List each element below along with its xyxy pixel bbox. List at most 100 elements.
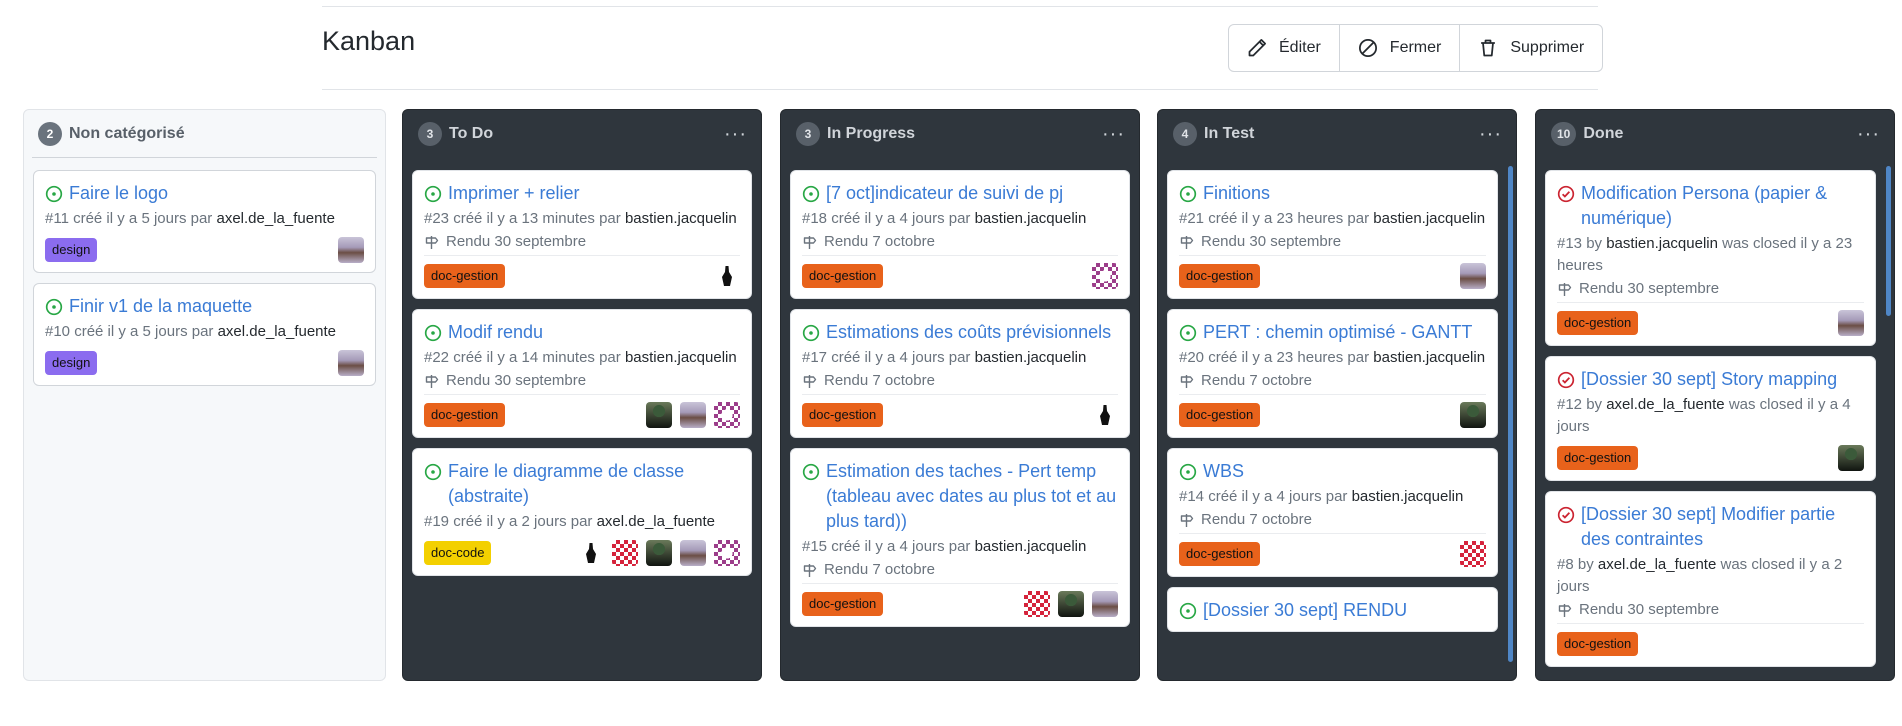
assignee-avatar[interactable]: [578, 540, 604, 566]
issue-card[interactable]: Faire le diagramme de classe (abstraite)…: [412, 448, 752, 576]
issue-label[interactable]: doc-gestion: [1179, 542, 1261, 566]
issue-author-link[interactable]: bastien.jacquelin: [1352, 488, 1464, 505]
issue-milestone[interactable]: Rendu 7 octobre: [1179, 511, 1486, 534]
assignee-avatar[interactable]: [1058, 591, 1084, 617]
assignee-avatar[interactable]: [1024, 591, 1050, 617]
issue-title-link[interactable]: Estimation des taches - Pert temp (table…: [826, 459, 1118, 534]
issue-card[interactable]: Estimations des coûts prévisionnels #17 c…: [790, 309, 1130, 438]
issue-author-link[interactable]: axel.de_la_fuente: [1598, 556, 1716, 573]
issue-label[interactable]: doc-code: [424, 541, 492, 565]
issue-title-row: [Dossier 30 sept] Story mapping: [1557, 367, 1864, 392]
issue-author-link[interactable]: bastien.jacquelin: [1373, 349, 1485, 366]
issue-card[interactable]: Finitions #21 créé il y a 23 heures par b…: [1167, 170, 1498, 299]
issue-title-link[interactable]: Faire le logo: [69, 181, 168, 206]
assignee-avatar[interactable]: [1460, 402, 1486, 428]
issue-card[interactable]: PERT : chemin optimisé - GANTT #20 créé i…: [1167, 309, 1498, 438]
issue-milestone[interactable]: Rendu 7 octobre: [802, 233, 1118, 256]
assignee-avatar[interactable]: [1460, 541, 1486, 567]
issue-label[interactable]: doc-gestion: [1179, 264, 1261, 288]
column-menu-icon[interactable]: ···: [1479, 124, 1502, 144]
issue-milestone[interactable]: Rendu 30 septembre: [1179, 233, 1486, 256]
issue-author-link[interactable]: bastien.jacquelin: [1373, 210, 1485, 227]
issue-author-link[interactable]: axel.de_la_fuente: [1606, 396, 1724, 413]
issue-milestone[interactable]: Rendu 30 septembre: [1557, 601, 1864, 624]
issue-label[interactable]: doc-gestion: [802, 403, 884, 427]
issue-card[interactable]: Modification Persona (papier & numérique…: [1545, 170, 1876, 346]
issue-title-link[interactable]: PERT : chemin optimisé - GANTT: [1203, 320, 1472, 345]
issue-label[interactable]: doc-gestion: [802, 264, 884, 288]
assignee-avatar[interactable]: [338, 237, 364, 263]
issue-title-link[interactable]: Finir v1 de la maquette: [69, 294, 252, 319]
issue-card[interactable]: Imprimer + relier #23 créé il y a 13 minu…: [412, 170, 752, 299]
issue-card[interactable]: [7 oct]indicateur de suivi de pj #18 créé…: [790, 170, 1130, 299]
issue-title-link[interactable]: Finitions: [1203, 181, 1270, 206]
issue-card[interactable]: Faire le logo #11 créé il y a 5 jours par…: [33, 170, 376, 273]
issue-label[interactable]: doc-gestion: [1557, 446, 1639, 470]
column-scrollbar[interactable]: [1886, 166, 1891, 316]
assignee-avatar[interactable]: [646, 402, 672, 428]
issue-card[interactable]: [Dossier 30 sept] Modifier partie des co…: [1545, 491, 1876, 667]
assignee-avatar[interactable]: [338, 350, 364, 376]
delete-button[interactable]: Supprimer: [1459, 25, 1602, 71]
issue-card[interactable]: [Dossier 30 sept] Story mapping #12 by ax…: [1545, 356, 1876, 481]
assignee-avatar[interactable]: [680, 402, 706, 428]
issue-author-link[interactable]: bastien.jacquelin: [975, 349, 1087, 366]
issue-card[interactable]: Modif rendu #22 créé il y a 14 minutes pa…: [412, 309, 752, 438]
issue-author-link[interactable]: bastien.jacquelin: [625, 349, 737, 366]
issue-label[interactable]: doc-gestion: [1557, 311, 1639, 335]
issue-title-link[interactable]: Faire le diagramme de classe (abstraite): [448, 459, 740, 509]
issue-card[interactable]: WBS #14 créé il y a 4 jours par bastien.j…: [1167, 448, 1498, 577]
column-menu-icon[interactable]: ···: [1102, 124, 1125, 144]
issue-label[interactable]: doc-gestion: [1557, 632, 1639, 656]
issue-author-link[interactable]: axel.de_la_fuente: [216, 210, 334, 227]
assignee-avatar[interactable]: [1092, 263, 1118, 289]
assignee-avatar[interactable]: [646, 540, 672, 566]
assignee-avatars: [1838, 310, 1864, 336]
issue-title-link[interactable]: [Dossier 30 sept] Story mapping: [1581, 367, 1837, 392]
issue-title-link[interactable]: Modification Persona (papier & numérique…: [1581, 181, 1864, 231]
issue-title-link[interactable]: WBS: [1203, 459, 1244, 484]
issue-label[interactable]: doc-gestion: [802, 592, 884, 616]
close-button[interactable]: Fermer: [1338, 25, 1460, 71]
issue-title-link[interactable]: Imprimer + relier: [448, 181, 580, 206]
issue-milestone[interactable]: Rendu 7 octobre: [802, 561, 1118, 584]
column-menu-icon[interactable]: ···: [1857, 124, 1880, 144]
issue-author-link[interactable]: axel.de_la_fuente: [218, 323, 336, 340]
issue-title-link[interactable]: [Dossier 30 sept] Modifier partie des co…: [1581, 502, 1864, 552]
issue-author-link[interactable]: bastien.jacquelin: [1606, 235, 1718, 252]
assignee-avatar[interactable]: [1838, 445, 1864, 471]
issue-title-link[interactable]: Modif rendu: [448, 320, 543, 345]
issue-milestone[interactable]: Rendu 7 octobre: [802, 372, 1118, 395]
issue-label[interactable]: design: [45, 238, 98, 262]
issue-card[interactable]: [Dossier 30 sept] RENDU: [1167, 587, 1498, 632]
column-menu-icon[interactable]: ···: [724, 124, 747, 144]
issue-author-link[interactable]: axel.de_la_fuente: [597, 513, 715, 530]
assignee-avatar[interactable]: [612, 540, 638, 566]
assignee-avatar[interactable]: [680, 540, 706, 566]
assignee-avatar[interactable]: [714, 540, 740, 566]
issue-card[interactable]: Estimation des taches - Pert temp (table…: [790, 448, 1130, 627]
issue-label[interactable]: doc-gestion: [1179, 403, 1261, 427]
assignee-avatar[interactable]: [714, 263, 740, 289]
issue-milestone[interactable]: Rendu 7 octobre: [1179, 372, 1486, 395]
issue-milestone[interactable]: Rendu 30 septembre: [1557, 280, 1864, 303]
assignee-avatar[interactable]: [1092, 402, 1118, 428]
issue-title-link[interactable]: [Dossier 30 sept] RENDU: [1203, 598, 1407, 623]
issue-label[interactable]: doc-gestion: [424, 403, 506, 427]
issue-author-link[interactable]: bastien.jacquelin: [975, 538, 1087, 555]
issue-card[interactable]: Finir v1 de la maquette #10 créé il y a 5…: [33, 283, 376, 386]
assignee-avatar[interactable]: [1092, 591, 1118, 617]
assignee-avatar[interactable]: [1460, 263, 1486, 289]
issue-label[interactable]: design: [45, 351, 98, 375]
issue-author-link[interactable]: bastien.jacquelin: [975, 210, 1087, 227]
assignee-avatar[interactable]: [714, 402, 740, 428]
edit-button[interactable]: Éditer: [1229, 25, 1339, 71]
issue-milestone[interactable]: Rendu 30 septembre: [424, 372, 740, 395]
issue-title-link[interactable]: Estimations des coûts prévisionnels: [826, 320, 1111, 345]
assignee-avatar[interactable]: [1838, 310, 1864, 336]
column-scrollbar[interactable]: [1508, 166, 1513, 662]
issue-label[interactable]: doc-gestion: [424, 264, 506, 288]
issue-author-link[interactable]: bastien.jacquelin: [625, 210, 737, 227]
issue-title-link[interactable]: [7 oct]indicateur de suivi de pj: [826, 181, 1063, 206]
issue-milestone[interactable]: Rendu 30 septembre: [424, 233, 740, 256]
